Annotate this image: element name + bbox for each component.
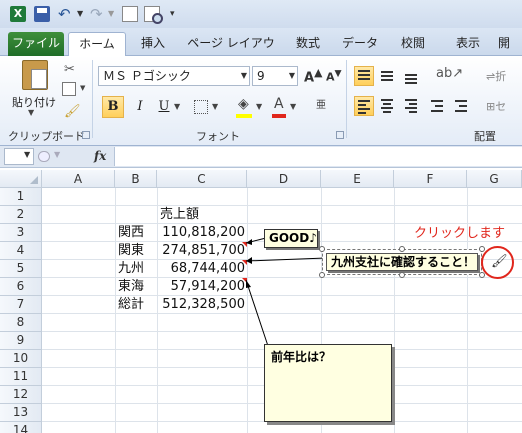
comment-box-good[interactable]: GOOD♪ (264, 229, 318, 248)
callout-leaders (245, 237, 327, 347)
resize-handle[interactable] (399, 246, 405, 252)
comment-box-yoy[interactable]: 前年比は？ (264, 344, 392, 422)
resize-handle[interactable] (399, 272, 405, 278)
resize-handle[interactable] (319, 272, 325, 278)
format-painter-cursor-icon[interactable]: 🖌 (491, 254, 508, 269)
leader-arrow-yoy (246, 280, 251, 288)
comment-text-kyushu[interactable]: 九州支社に確認すること！ (326, 253, 478, 271)
leader-line-yoy (245, 279, 269, 347)
leader-arrow-good (246, 239, 252, 245)
leader-line-kyushu (245, 257, 327, 262)
resize-handle[interactable] (319, 246, 325, 252)
click-instruction-label: クリックします (414, 226, 506, 241)
leader-arrow-kyushu (246, 257, 252, 264)
